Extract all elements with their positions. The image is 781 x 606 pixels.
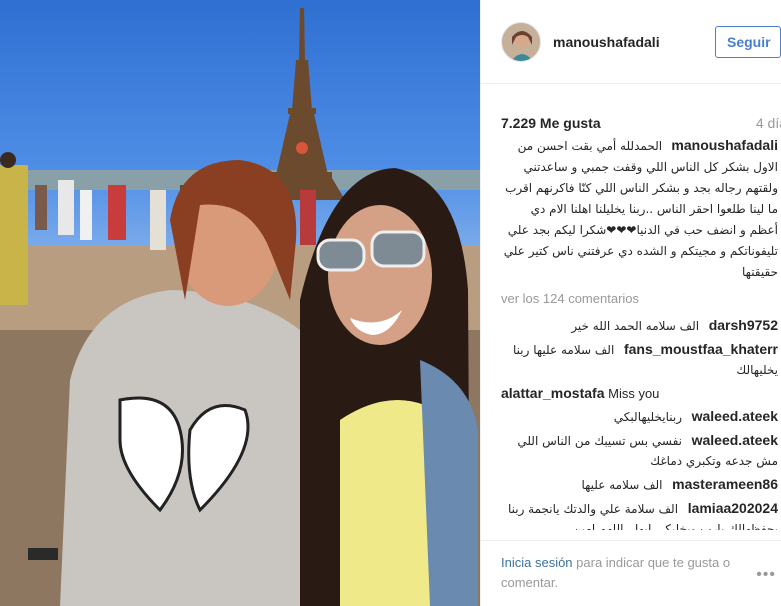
daughter-figure	[300, 168, 478, 606]
comment-username[interactable]: waleed.ateek	[692, 432, 778, 448]
post-header: manoushafadali Seguir	[481, 0, 781, 84]
comment-username[interactable]: darsh9752	[709, 317, 778, 333]
comment-item: waleed.ateek نفسي بس تسيبك من الناس اللي…	[501, 431, 781, 471]
comment-text: الف سلامه عليها	[581, 478, 663, 492]
eiffel-selfie-image	[0, 8, 480, 606]
caption: manoushafadali الحمدلله أمي بقت احسن من …	[501, 135, 781, 283]
post-photo[interactable]	[0, 0, 480, 606]
comment-text: ربنايخليهالبكي	[613, 410, 682, 424]
post-side-panel: manoushafadali Seguir 7.229 Me gusta 4 d…	[480, 0, 781, 606]
comment-username[interactable]: fans_moustfaa_khaterr	[624, 341, 778, 357]
login-link[interactable]: Inicia sesión	[501, 555, 573, 570]
avatar[interactable]	[501, 21, 541, 62]
comment-item: lamiaa202024 الف سلامة علي والدتك يانجمة…	[501, 499, 781, 530]
comment-username[interactable]: waleed.ateek	[692, 408, 778, 424]
avatar-image	[502, 22, 540, 61]
caption-text: الحمدلله أمي بقت احسن من الاول بشكر كل ا…	[503, 139, 778, 279]
post-username[interactable]: manoushafadali	[553, 34, 660, 50]
likes-count[interactable]: 7.229 Me gusta	[501, 115, 601, 131]
post-time[interactable]: 4 día	[756, 115, 781, 131]
comment-item: alattar_mostafa Miss you	[501, 384, 781, 403]
comment-item: darsh9752 الف سلامه الحمد الله خير	[501, 316, 781, 336]
comment-username[interactable]: alattar_mostafa	[501, 385, 605, 401]
comments-list[interactable]: manoushafadali الحمدلله أمي بقت احسن من …	[481, 135, 781, 530]
comment-text: الف سلامه الحمد الله خير	[571, 319, 700, 333]
caption-username[interactable]: manoushafadali	[671, 137, 778, 153]
comment-item: masterameen86 الف سلامه عليها	[501, 475, 781, 495]
comment-username[interactable]: lamiaa202024	[688, 500, 778, 516]
comment-text: Miss you	[608, 386, 660, 401]
view-more-comments-link[interactable]: ver los 124 comentarios	[501, 291, 781, 306]
comment-username[interactable]: masterameen86	[672, 476, 778, 492]
more-options-icon[interactable]: •••	[756, 565, 776, 585]
follow-button[interactable]: Seguir	[715, 26, 781, 58]
login-prompt: Inicia sesión para indicar que te gusta …	[481, 540, 781, 606]
comment-item: waleed.ateek ربنايخليهالبكي	[501, 407, 781, 427]
comment-item: fans_moustfaa_khaterr الف سلامه عليها رب…	[501, 340, 781, 380]
